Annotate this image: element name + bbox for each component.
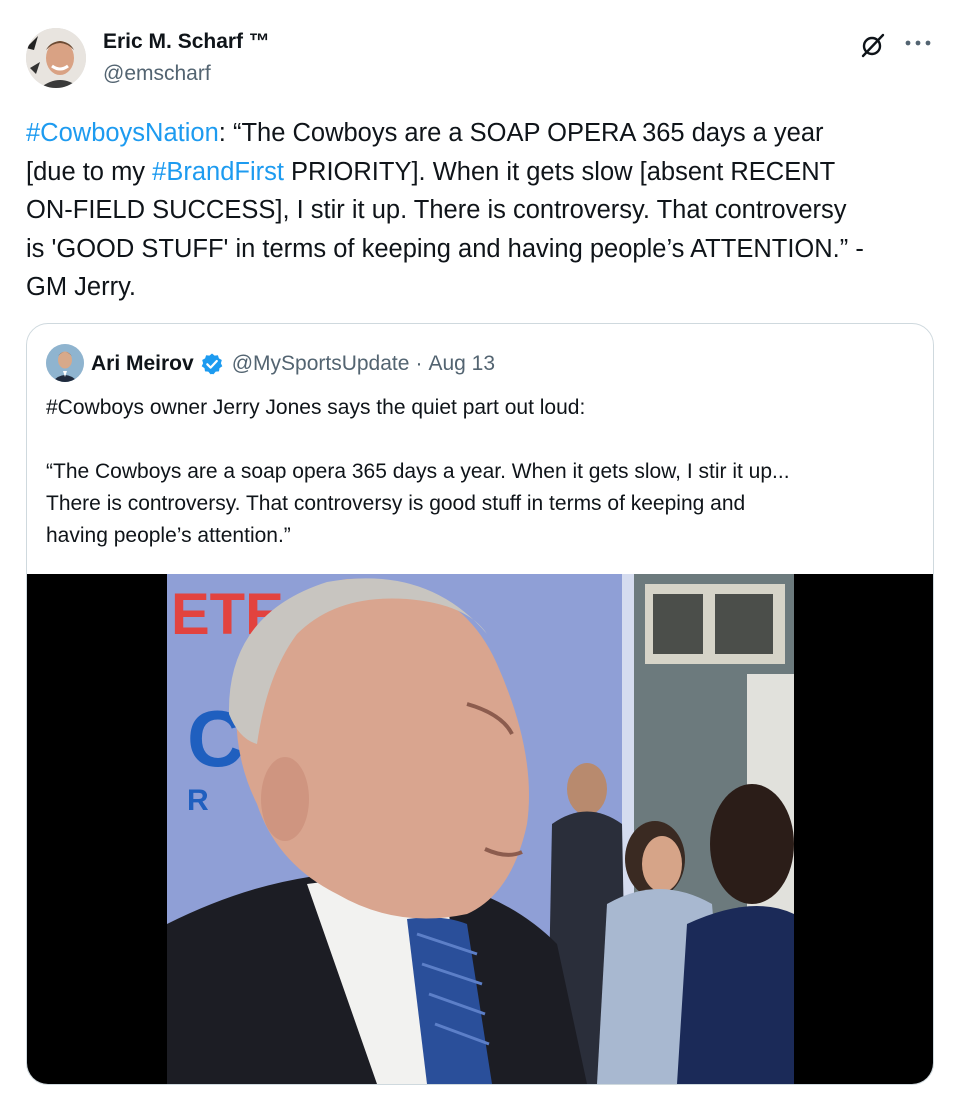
hashtag-link[interactable]: #CowboysNation — [26, 119, 219, 147]
quoted-text-line-4: having people’s attention.” — [46, 524, 291, 547]
quoted-author-name[interactable]: Ari Meirov — [91, 352, 194, 376]
separator-dot: · — [415, 352, 423, 375]
verified-badge-icon — [201, 353, 223, 375]
video-thumbnail: ETE C R — [167, 574, 794, 1084]
tweet-text-segment: PRIORITY]. When it gets slow [absent REC… — [283, 157, 836, 186]
tweet-text-line-4: is 'GOOD STUFF' in terms of keeping and … — [26, 234, 864, 263]
hashtag-link[interactable]: #BrandFirst — [152, 158, 284, 186]
quoted-tweet-date[interactable]: Aug 13 — [428, 352, 495, 376]
quoted-text-line-2: “The Cowboys are a soap opera 365 days a… — [46, 460, 790, 483]
backdrop-text-3: R — [187, 784, 209, 817]
quoted-video-player[interactable]: ETE C R — [27, 574, 933, 1084]
quoted-tweet-header: Ari Meirov @MySportsUpdate · Aug 13 — [91, 350, 495, 378]
tweet-text-segment: [due to my — [26, 157, 153, 186]
quoted-tweet-card[interactable]: Ari Meirov @MySportsUpdate · Aug 13 #Cow… — [26, 323, 934, 1085]
grok-icon-glyph — [861, 33, 885, 58]
author-avatar-image — [26, 28, 86, 88]
tweet-text-line-5: GM Jerry. — [26, 273, 137, 301]
tweet-text-segment: : “The Cowboys are a SOAP OPERA 365 days… — [218, 119, 824, 147]
quoted-text-line-1: #Cowboys owner Jerry Jones says the quie… — [46, 396, 586, 419]
quoted-author-handle[interactable]: @MySportsUpdate — [232, 352, 410, 376]
more-dots-icon — [905, 40, 931, 46]
tweet[interactable]: Eric M. Scharf ™ @emscharf #CowboysNatio… — [0, 0, 960, 1100]
quoted-text-line-3: There is controversy. That controversy i… — [46, 492, 746, 515]
quoted-tweet-text: #Cowboys owner Jerry Jones says the quie… — [46, 392, 916, 552]
grok-icon[interactable] — [858, 30, 888, 60]
tweet-text-line-2: [due to my #BrandFirst PRIORITY]. When i… — [26, 153, 934, 192]
video-frame: ETE C R — [167, 574, 794, 1084]
more-options-button[interactable] — [898, 28, 938, 58]
author-name[interactable]: Eric M. Scharf ™ — [103, 30, 270, 54]
tweet-text-line-3: ON-FIELD SUCCESS], I stir it up. There i… — [26, 196, 847, 224]
quoted-avatar-image — [46, 344, 84, 382]
tweet-text: #CowboysNation: “The Cowboys are a SOAP … — [26, 114, 934, 307]
quoted-author-avatar[interactable] — [46, 344, 84, 382]
author-avatar[interactable] — [26, 28, 86, 88]
tweet-text-line-1: #CowboysNation: “The Cowboys are a SOAP … — [26, 114, 934, 153]
author-handle[interactable]: @emscharf — [103, 62, 211, 86]
